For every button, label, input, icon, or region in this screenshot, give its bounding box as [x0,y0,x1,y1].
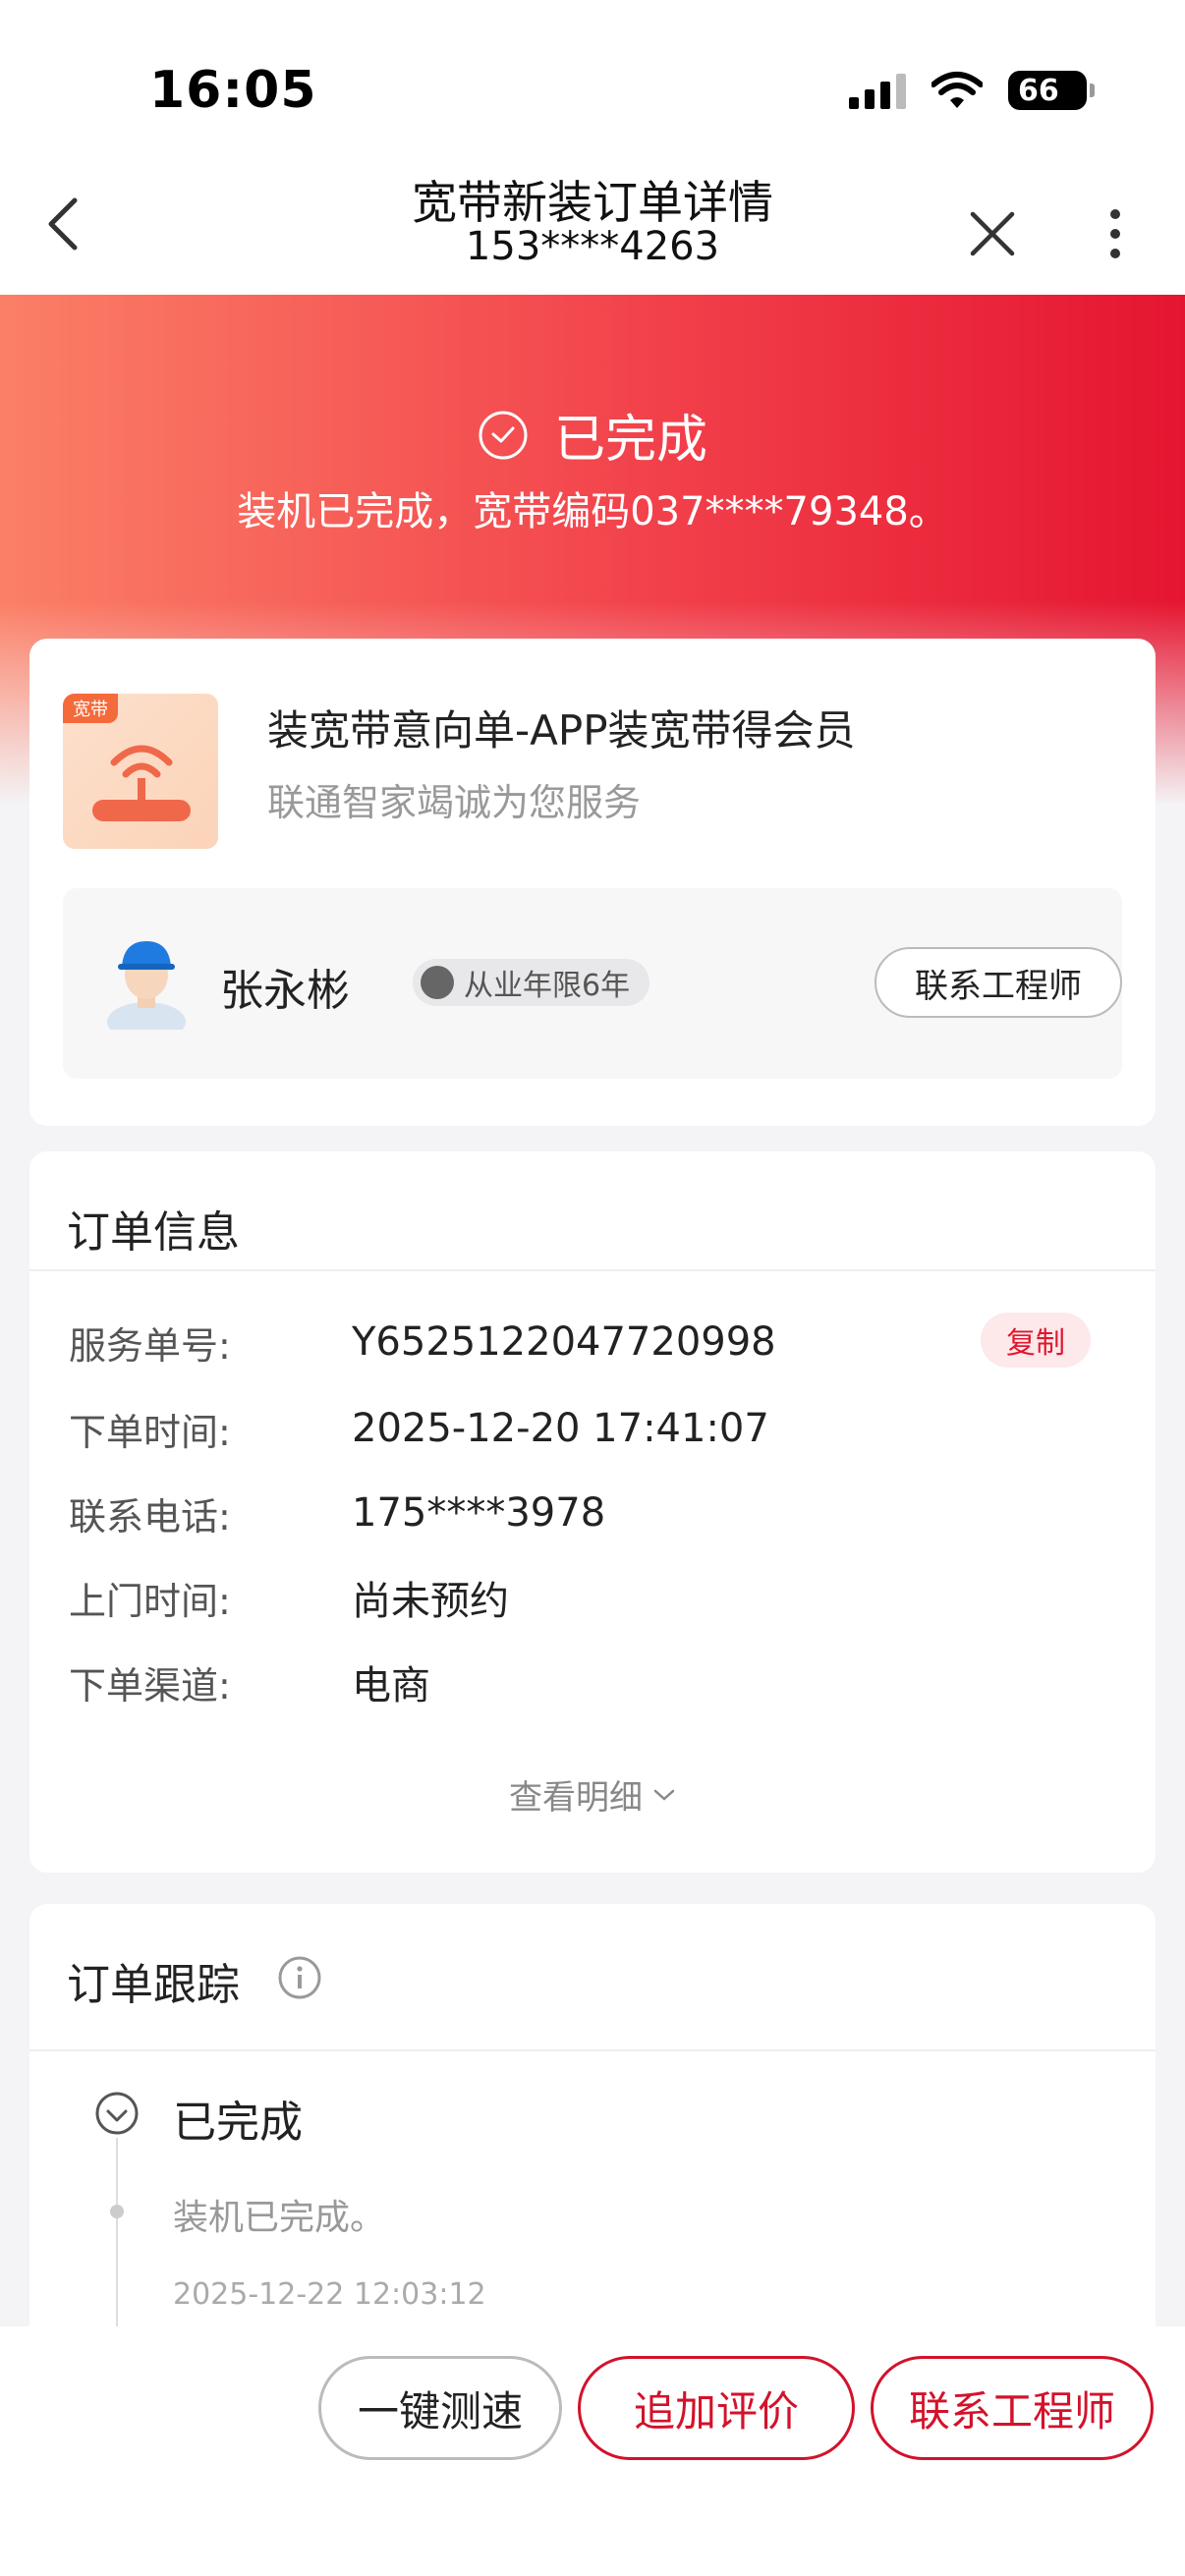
info-label: 下单渠道: [69,1663,231,1708]
timeline-dot [110,2205,124,2218]
info-value: 尚未预约 [352,1579,509,1624]
divider [29,2049,1156,2051]
product-title: 装宽带意向单-APP装宽带得会员 [267,706,856,755]
product-tag: 宽带 [63,694,118,723]
product-subtitle: 联通智家竭诚为您服务 [267,781,642,824]
tracking-description: 装机已完成。 [173,2198,386,2238]
divider [29,1269,1156,1271]
info-label: 联系电话: [69,1494,231,1539]
info-label: 上门时间: [69,1579,231,1623]
bottom-action-bar: 一键测速 追加评价 联系工程师 [0,2326,1185,2576]
engineer-name: 张永彬 [220,966,350,1016]
tracking-status: 已完成 [173,2098,303,2148]
info-row-visit-time: 上门时间: 尚未预约 [69,1568,1120,1627]
check-circle-icon [479,411,528,459]
order-detail-page: 16:05 66 宽带新装订单详情 153****4263 已完成 装机已完成，… [0,0,1185,2576]
chevron-down-icon [653,1789,675,1801]
status-icons: 66 [849,71,1095,110]
info-row-order-time: 下单时间: 2025-12-20 17:41:07 [69,1399,1120,1458]
status-time: 16:05 [149,61,317,120]
battery-level: 66 [1018,73,1059,108]
signal-icon [849,72,906,109]
info-icon[interactable] [277,1955,322,2000]
view-details-label: 查看明细 [509,1778,643,1818]
add-review-button[interactable]: 追加评价 [578,2356,855,2460]
info-row-phone: 联系电话: 175****3978 [69,1484,1120,1542]
check-circle-icon [95,2092,139,2135]
info-value: Y652512204772099​8 [352,1319,776,1365]
status-row: 已完成 [0,398,1185,472]
close-icon[interactable] [965,206,1020,261]
info-row-channel: 下单渠道: 电商 [69,1652,1120,1711]
copy-button[interactable]: 复制 [981,1313,1091,1368]
tracking-time: 2025-12-22 12:03:12 [173,2277,486,2312]
info-value: 2025-12-20 17:41:07 [352,1406,769,1451]
contact-engineer-button[interactable]: 联系工程师 [875,947,1122,1018]
order-status: 已完成 [553,411,707,470]
nav-bar: 宽带新装订单详情 153****4263 [0,147,1185,295]
more-icon[interactable] [1100,206,1130,261]
order-info-card: 订单信息 服务单号: Y652512204772099​8 复制 下单时间: 2… [29,1151,1156,1873]
info-label: 下单时间: [69,1410,231,1454]
experience-text: 从业年限6年 [464,969,631,1003]
status-bar: 16:05 66 [0,0,1185,167]
info-row-service-no: 服务单号: Y652512204772099​8 复制 [69,1313,1120,1372]
medal-icon [421,966,454,999]
engineer-avatar [107,941,186,1030]
contact-engineer-bottom-button[interactable]: 联系工程师 [871,2356,1154,2460]
status-description: 装机已完成，宽带编码037****79348。 [237,489,948,534]
engineer-panel: 张永彬 从业年限6年 联系工程师 [63,888,1122,1079]
order-tracking-title: 订单跟踪 [67,1960,240,2010]
info-value: 电商 [352,1663,430,1708]
view-details-link[interactable]: 查看明细 [29,1770,1156,1819]
wifi-icon [931,72,983,108]
battery-icon: 66 [1008,71,1095,110]
product-image: 宽带 [63,694,218,849]
info-label: 服务单号: [69,1323,231,1368]
order-info-title: 订单信息 [67,1207,240,1258]
speed-test-button[interactable]: 一键测速 [318,2356,562,2460]
info-value: 175****3978 [352,1490,606,1536]
product-card: 宽带 装宽带意向单-APP装宽带得会员 联通智家竭诚为您服务 张永彬 从业年限6… [29,639,1156,1126]
experience-badge: 从业年限6年 [413,959,650,1006]
